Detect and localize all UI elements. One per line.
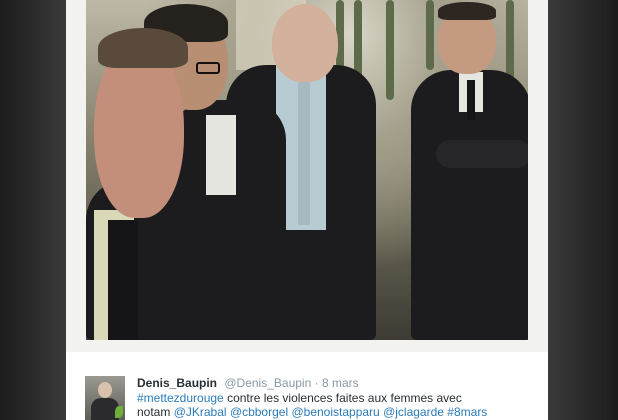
author-handle[interactable]: @Denis_Baupin [224,376,311,390]
tweet-photo-frame [66,0,548,352]
mention-link[interactable]: @JKrabal [174,405,227,419]
background-left [0,0,66,420]
tweet-photo[interactable] [86,0,528,340]
separator: · [314,376,319,390]
background-right [548,0,618,420]
avatar[interactable] [85,376,125,420]
tweet-text: #mettezdurouge contre les violences fait… [137,391,542,419]
tweet-text-part: notam [137,405,174,419]
tweet-date[interactable]: 8 mars [322,376,359,390]
author-name[interactable]: Denis_Baupin [137,376,217,390]
photo-plant [354,0,362,80]
tweet-header: Denis_Baupin @Denis_Baupin · 8 mars [137,376,359,390]
hashtag-link[interactable]: #mettezdurouge [137,391,224,405]
tweet-card: Denis_Baupin @Denis_Baupin · 8 mars #met… [66,352,548,420]
mention-link[interactable]: @jclagarde [383,405,444,419]
hashtag-link[interactable]: #8mars [447,405,487,419]
photo-plant [426,0,434,70]
photo-plant [386,0,394,100]
tweet-text-part: contre les violences faites aux femmes a… [223,391,462,405]
mention-link[interactable]: @cbborgel [230,405,288,419]
mention-link[interactable]: @benoistapparu [291,405,379,419]
